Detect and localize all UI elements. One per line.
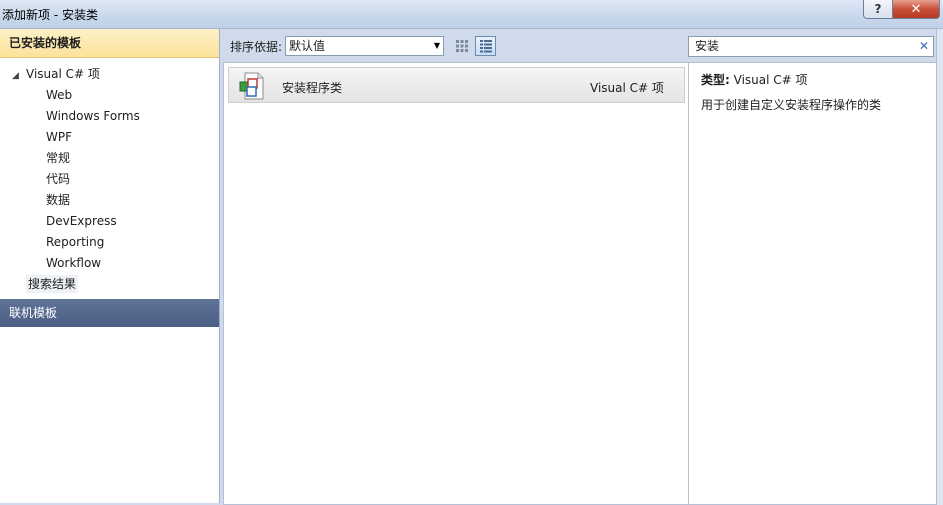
sort-value: 默认值 — [289, 39, 326, 53]
grid-view-icon — [455, 40, 468, 52]
clear-search-icon[interactable]: ✕ — [919, 37, 929, 56]
detail-description: 用于创建自定义安装程序操作的类 — [701, 98, 882, 112]
details-view-button[interactable] — [475, 36, 496, 56]
help-button[interactable]: ? — [863, 0, 893, 19]
item-type: Visual C# 项 — [590, 81, 664, 95]
sort-dropdown[interactable]: 默认值 ▼ — [285, 36, 444, 56]
close-button[interactable]: ✕ — [892, 0, 940, 19]
sort-label: 排序依据: — [230, 40, 283, 54]
list-view-icon — [479, 40, 492, 53]
search-input[interactable]: 安装 ✕ — [688, 36, 934, 57]
expand-arrow-icon[interactable]: ◢ — [12, 66, 26, 87]
search-results-label: 搜索结果 — [26, 275, 79, 293]
tree-item-reporting[interactable]: Reporting — [0, 232, 219, 253]
tree-item-label: Visual C# 项 — [26, 67, 100, 81]
template-tree: ◢ Visual C# 项 Web Windows Forms WPF 常规 代码… — [0, 58, 219, 295]
small-icons-view-button[interactable] — [451, 36, 472, 56]
dropdown-arrow-icon: ▼ — [433, 41, 440, 50]
installed-templates-header[interactable]: 已安装的模板 — [0, 29, 219, 58]
tree-item-data[interactable]: 数据 — [0, 190, 219, 211]
tree-item-wpf[interactable]: WPF — [0, 127, 219, 148]
tree-item-devexpress[interactable]: DevExpress — [0, 211, 219, 232]
tree-item-web[interactable]: Web — [0, 85, 219, 106]
template-sidebar: 已安装的模板 ◢ Visual C# 项 Web Windows Forms WP… — [0, 29, 220, 503]
detail-type-label: 类型: — [701, 73, 730, 87]
tree-item-code[interactable]: 代码 — [0, 169, 219, 190]
tree-item-workflow[interactable]: Workflow — [0, 253, 219, 274]
search-text: 安装 — [695, 39, 720, 53]
list-item[interactable]: 安装程序类 Visual C# 项 — [228, 67, 685, 103]
window-title: 添加新项 - 安装类 — [2, 8, 98, 22]
template-list: 安装程序类 Visual C# 项 — [223, 62, 689, 505]
detail-type-value: Visual C# 项 — [733, 73, 808, 87]
online-templates-header[interactable]: 联机模板 — [0, 299, 219, 327]
installer-class-icon — [239, 72, 264, 100]
tree-item-windows-forms[interactable]: Windows Forms — [0, 106, 219, 127]
detail-type: 类型: Visual C# 项 — [701, 71, 808, 88]
window-edge — [936, 29, 943, 505]
tree-item-visual-csharp[interactable]: ◢ Visual C# 项 — [0, 64, 219, 85]
title-bar: 添加新项 - 安装类 ? ✕ — [0, 0, 943, 29]
toolbar: 排序依据: 默认值 ▼ 安装 ✕ — [221, 29, 943, 62]
tree-item-search-results[interactable]: 搜索结果 — [0, 274, 219, 295]
dialog-body: 已安装的模板 ◢ Visual C# 项 Web Windows Forms WP… — [0, 29, 943, 505]
details-pane: 类型: Visual C# 项 用于创建自定义安装程序操作的类 — [688, 62, 937, 505]
tree-item-general[interactable]: 常规 — [0, 148, 219, 169]
item-name: 安装程序类 — [282, 81, 343, 95]
